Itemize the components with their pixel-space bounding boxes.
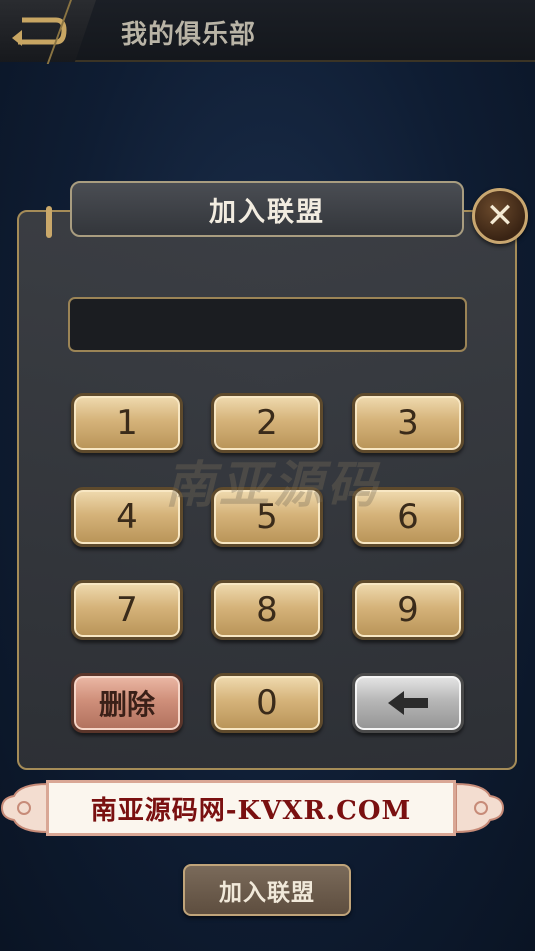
promo-banner: 南亚源码网-KVXR.COM [46,780,456,836]
key-0[interactable]: 0 [211,673,323,733]
dialog-title-bar: 加入联盟 [70,181,464,237]
key-7[interactable]: 7 [71,580,183,640]
backspace-arrow-icon [388,691,428,715]
key-6[interactable]: 6 [352,487,464,547]
top-bar: 我的俱乐部 [0,0,535,64]
key-4[interactable]: 4 [71,487,183,547]
title-ornament [46,206,52,238]
back-button[interactable] [0,0,96,62]
key-3[interactable]: 3 [352,393,464,453]
delete-button[interactable]: 删除 [71,673,183,733]
key-1[interactable]: 1 [71,393,183,453]
alliance-id-input[interactable] [68,297,467,352]
join-alliance-button[interactable]: 加入联盟 [183,864,351,916]
close-button[interactable]: ✕ [472,188,528,244]
join-alliance-label: 加入联盟 [219,880,315,906]
banner-text: 南亚源码网-KVXR.COM [90,795,412,826]
dialog-title: 加入联盟 [209,196,325,228]
key-2[interactable]: 2 [211,393,323,453]
close-icon: ✕ [485,196,515,236]
key-8[interactable]: 8 [211,580,323,640]
key-5[interactable]: 5 [211,487,323,547]
backspace-button[interactable] [352,673,464,733]
key-9[interactable]: 9 [352,580,464,640]
page-title: 我的俱乐部 [121,20,257,50]
